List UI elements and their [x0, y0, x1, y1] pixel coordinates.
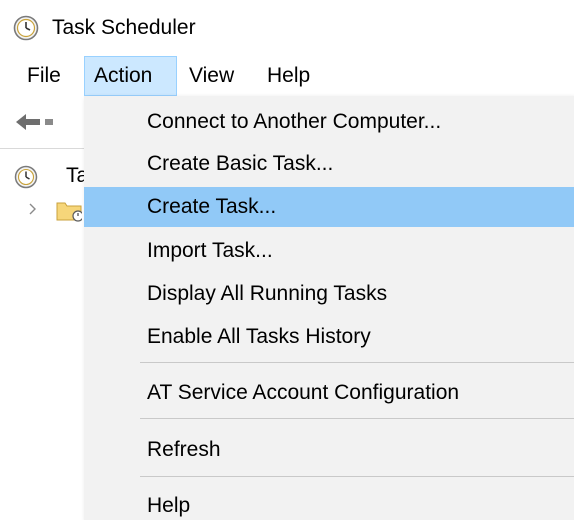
menu-separator	[140, 418, 574, 419]
title-bar: Task Scheduler	[0, 0, 574, 56]
menu-item-refresh[interactable]: Refresh	[84, 430, 574, 470]
window-title: Task Scheduler	[52, 16, 196, 39]
menu-view[interactable]: View	[180, 56, 243, 96]
menu-bar: File Action View Help	[0, 56, 574, 96]
menu-item-help[interactable]: Help	[84, 486, 574, 520]
clock-icon	[13, 15, 39, 41]
menu-item-display-running-tasks[interactable]: Display All Running Tasks	[84, 274, 574, 314]
menu-action[interactable]: Action	[84, 56, 177, 96]
menu-item-create-task[interactable]: Create Task...	[84, 187, 574, 227]
menu-help[interactable]: Help	[258, 56, 319, 96]
menu-item-create-basic-task[interactable]: Create Basic Task...	[84, 144, 574, 184]
tree-child-item[interactable]	[0, 194, 90, 224]
menu-file[interactable]: File	[18, 56, 70, 96]
action-dropdown-menu: Connect to Another Computer... Create Ba…	[84, 96, 574, 520]
menu-item-enable-tasks-history[interactable]: Enable All Tasks History	[84, 317, 574, 357]
back-arrow-icon[interactable]	[14, 110, 54, 134]
menu-separator	[140, 362, 574, 363]
folder-clock-icon	[56, 202, 82, 222]
clock-icon	[14, 165, 38, 189]
menu-item-connect-another-computer[interactable]: Connect to Another Computer...	[84, 102, 574, 142]
menu-separator	[140, 476, 574, 477]
navigation-tree: Ta	[0, 152, 91, 520]
menu-item-at-service-account[interactable]: AT Service Account Configuration	[84, 373, 574, 413]
chevron-right-icon[interactable]	[28, 202, 38, 216]
menu-item-import-task[interactable]: Import Task...	[84, 231, 574, 271]
